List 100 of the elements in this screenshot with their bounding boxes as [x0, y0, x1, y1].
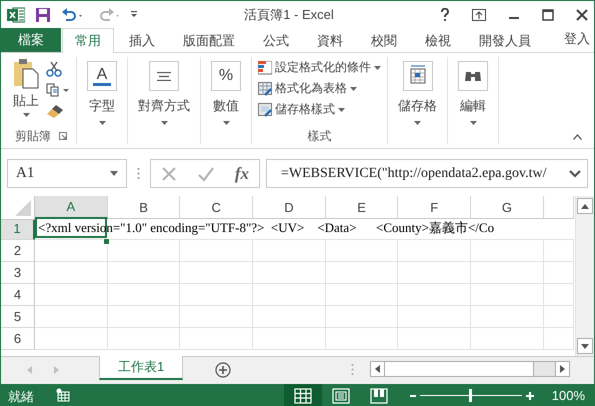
grid-cell[interactable] [253, 306, 326, 328]
ribbon-group-button[interactable]: 編輯 [458, 57, 488, 125]
grid-cell[interactable] [35, 306, 108, 328]
grid-cell[interactable] [253, 262, 326, 284]
grid-cell[interactable] [398, 240, 472, 262]
copy-icon[interactable] [46, 83, 70, 97]
scroll-up-button[interactable] [577, 198, 593, 214]
grid-cell[interactable] [180, 306, 254, 328]
sign-in-link[interactable]: 登入 [564, 28, 594, 52]
help-icon[interactable] [440, 8, 450, 22]
ribbon-tab[interactable]: 插入 [116, 28, 168, 52]
sheet-tab[interactable]: 工作表1 [99, 356, 184, 380]
name-box[interactable]: A1 [7, 159, 127, 188]
grid-cell[interactable] [326, 328, 398, 350]
grid-cell[interactable] [471, 306, 544, 328]
grid-cell[interactable] [398, 306, 472, 328]
collapse-ribbon-icon[interactable] [573, 134, 582, 140]
paste-button[interactable]: 貼上 [12, 57, 40, 117]
grid-cell[interactable] [326, 284, 398, 306]
grid-cell[interactable] [180, 262, 254, 284]
vertical-scrollbar[interactable] [575, 196, 594, 356]
insert-function-button[interactable]: fx [234, 164, 250, 184]
check-icon[interactable] [196, 166, 215, 182]
expand-icon[interactable] [569, 170, 581, 178]
scroll-thumb[interactable] [385, 362, 534, 376]
scissors-icon[interactable] [46, 61, 62, 77]
grid-cell[interactable] [108, 262, 180, 284]
maximize-icon[interactable] [542, 8, 554, 20]
grid-cell[interactable] [180, 328, 254, 350]
fill-handle[interactable] [103, 238, 110, 245]
dialog-launcher-icon[interactable] [59, 132, 67, 140]
grid-cell[interactable] [544, 328, 574, 350]
row-header[interactable]: 5 [1, 306, 35, 328]
grid-cell[interactable] [253, 240, 326, 262]
view-button[interactable] [284, 384, 322, 406]
column-header[interactable]: A [35, 196, 108, 219]
ribbon-tab[interactable]: 常用 [62, 28, 114, 53]
grid-cell[interactable] [253, 284, 326, 306]
undo-icon[interactable] [61, 6, 83, 22]
scroll-down-button[interactable] [577, 338, 593, 354]
grid-cell[interactable] [398, 284, 472, 306]
grid-cell[interactable] [544, 306, 574, 328]
column-header[interactable]: D [253, 196, 326, 219]
ribbon-tab[interactable]: 公式 [250, 28, 302, 52]
ribbon-tab[interactable]: 開發人員 [466, 28, 544, 52]
formula-field[interactable]: =WEBSERVICE("http://opendata2.epa.gov.tw/ [266, 159, 588, 188]
row-header[interactable]: 2 [1, 240, 35, 262]
column-header[interactable]: B [108, 196, 180, 219]
column-header[interactable]: C [180, 196, 254, 219]
zoom-in-icon[interactable] [526, 392, 534, 400]
ribbon-tab[interactable]: 版面配置 [170, 28, 248, 52]
macro-record-icon[interactable] [56, 388, 70, 402]
grid-cell[interactable] [180, 284, 254, 306]
ribbon-tab[interactable]: 檢視 [412, 28, 464, 52]
next-sheet-icon[interactable] [54, 366, 59, 374]
horizontal-scrollbar[interactable] [370, 361, 570, 377]
grid-cell[interactable] [35, 262, 108, 284]
scroll-right-button[interactable] [555, 362, 569, 376]
grid-cell[interactable] [108, 284, 180, 306]
style-menu-button[interactable]: 儲存格樣式 [258, 101, 381, 118]
grid-cell[interactable] [35, 284, 108, 306]
save-icon[interactable] [35, 6, 51, 22]
column-header[interactable]: E [326, 196, 398, 219]
grid-cell[interactable] [398, 262, 472, 284]
close-icon[interactable] [576, 8, 588, 20]
grid-cell[interactable] [544, 240, 574, 262]
grid-cell[interactable] [471, 284, 544, 306]
cancel-icon[interactable] [160, 166, 177, 182]
grid-cell[interactable] [326, 306, 398, 328]
row-header[interactable]: 3 [1, 262, 35, 284]
grid-cell[interactable] [253, 328, 326, 350]
ribbon-tab[interactable]: 資料 [304, 28, 356, 52]
ribbon-group-button[interactable]: 儲存格 [398, 57, 437, 125]
ribbon-group-button[interactable]: % 數值 [211, 57, 241, 125]
grid-cell[interactable] [35, 328, 108, 350]
grid-cell[interactable] [326, 240, 398, 262]
grid-cell[interactable] [108, 240, 180, 262]
style-menu-button[interactable]: 設定格式化的條件 [258, 59, 381, 76]
ribbon-display-icon[interactable] [472, 8, 486, 20]
row-header[interactable]: 4 [1, 284, 35, 306]
file-tab[interactable]: 檔案 [1, 28, 61, 52]
zoom-thumb[interactable] [469, 389, 472, 402]
grid-cell[interactable] [180, 240, 254, 262]
column-header[interactable]: G [471, 196, 544, 219]
grid-cell[interactable] [108, 306, 180, 328]
row-header[interactable]: 1 [1, 218, 35, 240]
grid-cell[interactable] [108, 328, 180, 350]
grid-cell[interactable] [471, 328, 544, 350]
zoom-level[interactable]: 100% [534, 384, 595, 406]
previous-sheet-icon[interactable] [27, 366, 32, 374]
splitter-icon[interactable] [351, 363, 354, 376]
add-sheet-icon[interactable] [215, 362, 232, 378]
format-painter-icon[interactable] [46, 103, 64, 119]
grid-cell[interactable] [544, 284, 574, 306]
grid-cell[interactable] [326, 262, 398, 284]
column-header[interactable]: F [398, 196, 472, 219]
ribbon-group-button[interactable]: A 字型 [87, 57, 117, 125]
grid-cell[interactable] [471, 240, 544, 262]
ribbon-tab[interactable]: 校閱 [358, 28, 410, 52]
grid-cell[interactable] [398, 328, 472, 350]
